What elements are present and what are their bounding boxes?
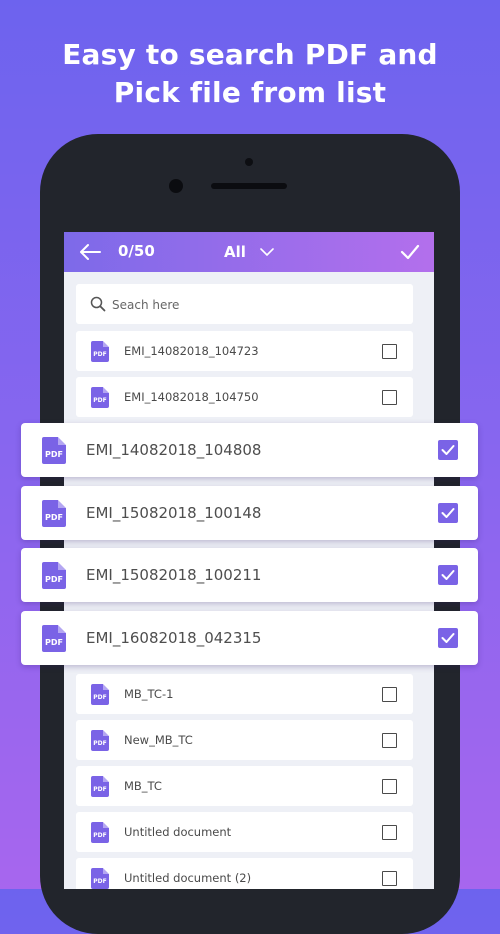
pdf-icon-label: PDF xyxy=(93,693,107,701)
filter-label: All xyxy=(224,243,246,261)
file-row[interactable]: PDF MB_TC xyxy=(76,766,413,806)
pdf-file-icon: PDF xyxy=(91,683,109,705)
headline-line-2: Pick file from list xyxy=(113,76,387,109)
checkbox-unchecked[interactable] xyxy=(382,343,397,359)
pdf-file-icon: PDF xyxy=(42,436,66,464)
checkbox-unchecked[interactable] xyxy=(382,686,397,702)
file-row[interactable]: PDF EMI_15082018_100211 xyxy=(21,548,478,602)
file-row[interactable]: PDF Untitled document xyxy=(76,812,413,852)
file-name: MB_TC xyxy=(124,779,162,793)
chevron-down-icon xyxy=(260,248,274,256)
file-row[interactable]: PDF EMI_15082018_100148 xyxy=(21,486,478,540)
checkbox-unchecked[interactable] xyxy=(382,389,397,405)
pdf-file-icon: PDF xyxy=(91,386,109,408)
file-row[interactable]: PDF New_MB_TC xyxy=(76,720,413,760)
file-name: EMI_15082018_100148 xyxy=(86,504,262,522)
file-row[interactable]: PDF EMI_14082018_104723 xyxy=(76,331,413,371)
pdf-file-icon: PDF xyxy=(42,624,66,652)
file-name: EMI_14082018_104750 xyxy=(124,390,259,404)
pdf-icon-label: PDF xyxy=(93,831,107,839)
file-row[interactable]: PDF EMI_14082018_104750 xyxy=(76,377,413,417)
pdf-icon-label: PDF xyxy=(45,574,63,584)
pdf-icon-label: PDF xyxy=(45,449,63,459)
earpiece-speaker xyxy=(211,183,287,189)
search-bar[interactable] xyxy=(76,284,413,324)
pdf-file-icon: PDF xyxy=(91,729,109,751)
checkbox-checked[interactable] xyxy=(438,503,458,523)
pdf-icon-label: PDF xyxy=(93,785,107,793)
arrow-left-icon[interactable] xyxy=(78,243,102,261)
checkbox-checked[interactable] xyxy=(438,440,458,460)
pdf-file-icon: PDF xyxy=(91,340,109,362)
checkmark-icon xyxy=(441,633,455,643)
file-name: EMI_14082018_104808 xyxy=(86,441,262,459)
pdf-file-icon: PDF xyxy=(91,775,109,797)
pdf-file-icon: PDF xyxy=(91,867,109,889)
pdf-file-icon: PDF xyxy=(42,499,66,527)
pdf-icon-label: PDF xyxy=(93,350,107,358)
file-name: New_MB_TC xyxy=(124,733,193,747)
file-row[interactable]: PDF EMI_14082018_104808 xyxy=(21,423,478,477)
pdf-icon-label: PDF xyxy=(93,396,107,404)
file-name: Untitled document xyxy=(124,825,232,839)
search-input[interactable] xyxy=(110,292,394,318)
file-name: EMI_15082018_100211 xyxy=(86,566,262,584)
promo-headline: Easy to search PDF and Pick file from li… xyxy=(0,36,500,112)
pdf-icon-label: PDF xyxy=(45,512,63,522)
file-row[interactable]: PDF MB_TC-1 xyxy=(76,674,413,714)
checkmark-icon xyxy=(441,445,455,455)
pdf-file-icon: PDF xyxy=(42,561,66,589)
file-name: Untitled document (2) xyxy=(124,871,252,885)
checkbox-unchecked[interactable] xyxy=(382,824,397,840)
filter-dropdown[interactable]: All xyxy=(224,243,274,261)
checkbox-checked[interactable] xyxy=(438,565,458,585)
checkbox-unchecked[interactable] xyxy=(382,870,397,886)
checkbox-unchecked[interactable] xyxy=(382,778,397,794)
pdf-icon-label: PDF xyxy=(93,877,107,885)
file-name: EMI_16082018_042315 xyxy=(86,629,262,647)
search-icon xyxy=(90,296,106,312)
checkbox-unchecked[interactable] xyxy=(382,732,397,748)
pdf-icon-label: PDF xyxy=(93,739,107,747)
pdf-file-icon: PDF xyxy=(91,821,109,843)
sensor-dot xyxy=(245,158,253,166)
file-row[interactable]: PDF Untitled document (2) xyxy=(76,858,413,889)
checkmark-icon xyxy=(441,508,455,518)
pdf-icon-label: PDF xyxy=(45,637,63,647)
file-name: MB_TC-1 xyxy=(124,687,174,701)
app-bar: 0/50 All xyxy=(64,232,434,272)
checkbox-checked[interactable] xyxy=(438,628,458,648)
file-row[interactable]: PDF EMI_16082018_042315 xyxy=(21,611,478,665)
headline-line-1: Easy to search PDF and xyxy=(62,38,438,71)
checkmark-icon xyxy=(441,570,455,580)
front-camera xyxy=(169,179,183,193)
selected-count: 0/50 xyxy=(118,242,155,260)
check-icon[interactable] xyxy=(400,243,420,261)
file-name: EMI_14082018_104723 xyxy=(124,344,259,358)
